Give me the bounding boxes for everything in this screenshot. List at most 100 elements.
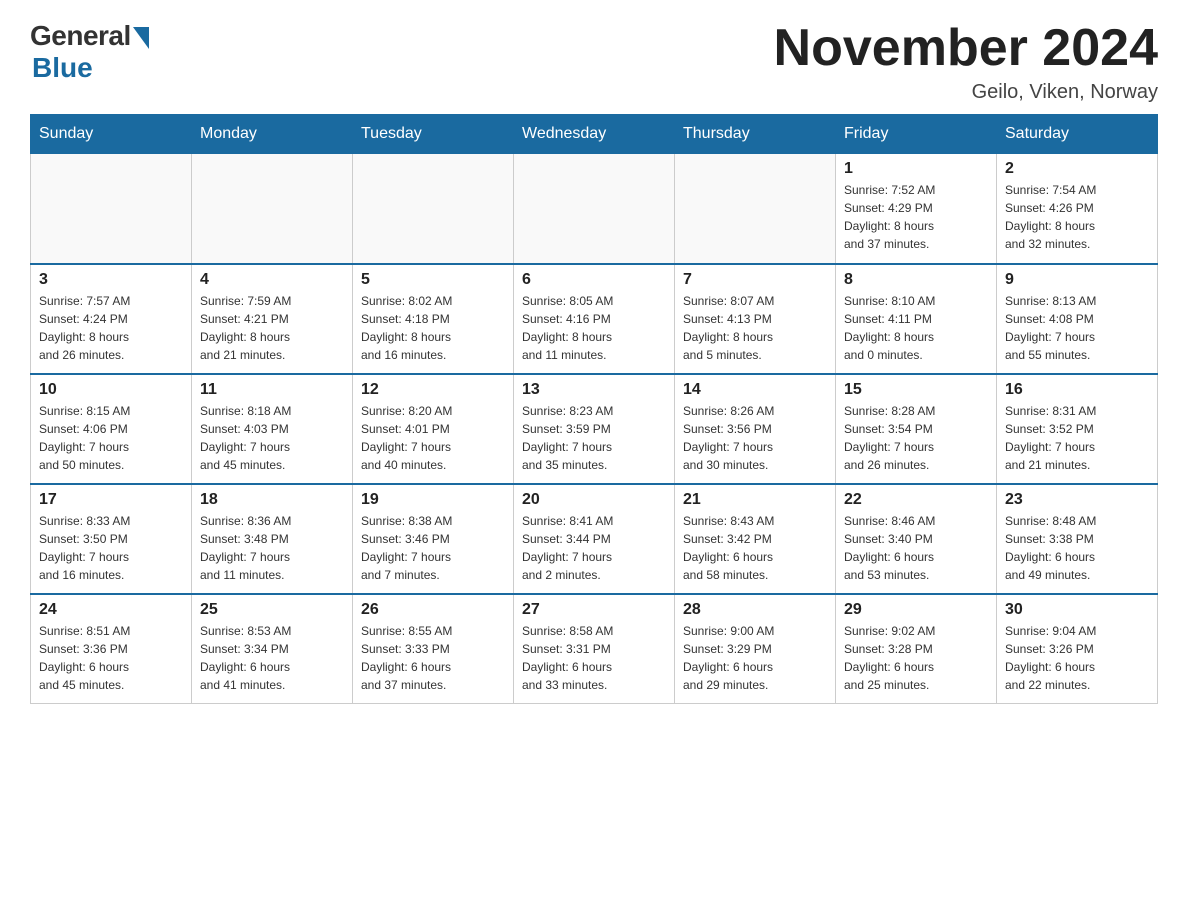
day-sun-info: Sunrise: 8:13 AM Sunset: 4:08 PM Dayligh… bbox=[1005, 292, 1149, 364]
day-sun-info: Sunrise: 8:55 AM Sunset: 3:33 PM Dayligh… bbox=[361, 622, 505, 694]
day-sun-info: Sunrise: 9:02 AM Sunset: 3:28 PM Dayligh… bbox=[844, 622, 988, 694]
weekday-header-row: SundayMondayTuesdayWednesdayThursdayFrid… bbox=[31, 115, 1158, 154]
calendar-week-row: 10 Sunrise: 8:15 AM Sunset: 4:06 PM Dayli… bbox=[31, 374, 1158, 484]
day-sun-info: Sunrise: 7:52 AM Sunset: 4:29 PM Dayligh… bbox=[844, 181, 988, 253]
calendar-cell: 14Sunrise: 8:26 AM Sunset: 3:56 PM Dayli… bbox=[675, 374, 836, 484]
day-number: 7 bbox=[683, 271, 827, 289]
day-sun-info: Sunrise: 8:38 AM Sunset: 3:46 PM Dayligh… bbox=[361, 512, 505, 584]
logo: General Blue bbox=[30, 20, 149, 84]
day-number: 5 bbox=[361, 271, 505, 289]
day-number: 19 bbox=[361, 491, 505, 509]
calendar-table: SundayMondayTuesdayWednesdayThursdayFrid… bbox=[30, 114, 1158, 704]
calendar-cell: 17 Sunrise: 8:33 AM Sunset: 3:50 PM Dayli… bbox=[31, 484, 192, 594]
calendar-cell: 16 Sunrise: 8:31 AM Sunset: 3:52 PM Dayli… bbox=[997, 374, 1158, 484]
weekday-header-thursday: Thursday bbox=[675, 115, 836, 154]
day-sun-info: Sunrise: 9:04 AM Sunset: 3:26 PM Dayligh… bbox=[1005, 622, 1149, 694]
day-sun-info: Sunrise: 8:41 AM Sunset: 3:44 PM Dayligh… bbox=[522, 512, 666, 584]
day-number: 2 bbox=[1005, 160, 1149, 178]
calendar-cell: 30Sunrise: 9:04 AM Sunset: 3:26 PM Dayli… bbox=[997, 594, 1158, 704]
day-sun-info: Sunrise: 8:33 AM Sunset: 3:50 PM Dayligh… bbox=[39, 512, 183, 584]
calendar-cell: 5Sunrise: 8:02 AM Sunset: 4:18 PM Daylig… bbox=[353, 264, 514, 374]
page-header: General Blue November 2024 Geilo, Viken,… bbox=[30, 20, 1158, 104]
day-number: 27 bbox=[522, 601, 666, 619]
calendar-cell: 18 Sunrise: 8:36 AM Sunset: 3:48 PM Dayli… bbox=[192, 484, 353, 594]
day-number: 9 bbox=[1005, 271, 1149, 289]
calendar-cell: 3 Sunrise: 7:57 AM Sunset: 4:24 PM Daylig… bbox=[31, 264, 192, 374]
location-text: Geilo, Viken, Norway bbox=[774, 81, 1158, 104]
day-sun-info: Sunrise: 8:05 AM Sunset: 4:16 PM Dayligh… bbox=[522, 292, 666, 364]
calendar-cell: 10 Sunrise: 8:15 AM Sunset: 4:06 PM Dayli… bbox=[31, 374, 192, 484]
day-number: 22 bbox=[844, 491, 988, 509]
calendar-cell: 19 Sunrise: 8:38 AM Sunset: 3:46 PM Dayli… bbox=[353, 484, 514, 594]
calendar-cell: 29Sunrise: 9:02 AM Sunset: 3:28 PM Dayli… bbox=[836, 594, 997, 704]
calendar-cell: 13Sunrise: 8:23 AM Sunset: 3:59 PM Dayli… bbox=[514, 374, 675, 484]
day-sun-info: Sunrise: 9:00 AM Sunset: 3:29 PM Dayligh… bbox=[683, 622, 827, 694]
day-sun-info: Sunrise: 8:18 AM Sunset: 4:03 PM Dayligh… bbox=[200, 402, 344, 474]
day-sun-info: Sunrise: 7:54 AM Sunset: 4:26 PM Dayligh… bbox=[1005, 181, 1149, 253]
calendar-cell: 2 Sunrise: 7:54 AM Sunset: 4:26 PM Daylig… bbox=[997, 154, 1158, 264]
day-number: 11 bbox=[200, 381, 344, 399]
calendar-week-row: 24 Sunrise: 8:51 AM Sunset: 3:36 PM Dayli… bbox=[31, 594, 1158, 704]
logo-blue-text: Blue bbox=[32, 52, 93, 84]
weekday-header-tuesday: Tuesday bbox=[353, 115, 514, 154]
calendar-cell: 4 Sunrise: 7:59 AM Sunset: 4:21 PM Daylig… bbox=[192, 264, 353, 374]
weekday-header-saturday: Saturday bbox=[997, 115, 1158, 154]
day-number: 4 bbox=[200, 271, 344, 289]
calendar-cell bbox=[192, 154, 353, 264]
calendar-cell: 12Sunrise: 8:20 AM Sunset: 4:01 PM Dayli… bbox=[353, 374, 514, 484]
logo-general-text: General bbox=[30, 20, 131, 52]
calendar-cell: 11 Sunrise: 8:18 AM Sunset: 4:03 PM Dayli… bbox=[192, 374, 353, 484]
day-number: 21 bbox=[683, 491, 827, 509]
day-sun-info: Sunrise: 7:59 AM Sunset: 4:21 PM Dayligh… bbox=[200, 292, 344, 364]
day-sun-info: Sunrise: 8:48 AM Sunset: 3:38 PM Dayligh… bbox=[1005, 512, 1149, 584]
day-number: 16 bbox=[1005, 381, 1149, 399]
weekday-header-friday: Friday bbox=[836, 115, 997, 154]
day-sun-info: Sunrise: 8:28 AM Sunset: 3:54 PM Dayligh… bbox=[844, 402, 988, 474]
day-sun-info: Sunrise: 8:15 AM Sunset: 4:06 PM Dayligh… bbox=[39, 402, 183, 474]
day-sun-info: Sunrise: 8:10 AM Sunset: 4:11 PM Dayligh… bbox=[844, 292, 988, 364]
day-number: 10 bbox=[39, 381, 183, 399]
day-number: 23 bbox=[1005, 491, 1149, 509]
day-sun-info: Sunrise: 8:51 AM Sunset: 3:36 PM Dayligh… bbox=[39, 622, 183, 694]
day-number: 25 bbox=[200, 601, 344, 619]
calendar-cell: 27Sunrise: 8:58 AM Sunset: 3:31 PM Dayli… bbox=[514, 594, 675, 704]
calendar-cell: 6 Sunrise: 8:05 AM Sunset: 4:16 PM Daylig… bbox=[514, 264, 675, 374]
calendar-cell: 25Sunrise: 8:53 AM Sunset: 3:34 PM Dayli… bbox=[192, 594, 353, 704]
day-number: 26 bbox=[361, 601, 505, 619]
day-sun-info: Sunrise: 8:46 AM Sunset: 3:40 PM Dayligh… bbox=[844, 512, 988, 584]
day-number: 18 bbox=[200, 491, 344, 509]
calendar-week-row: 1Sunrise: 7:52 AM Sunset: 4:29 PM Daylig… bbox=[31, 154, 1158, 264]
calendar-cell: 28 Sunrise: 9:00 AM Sunset: 3:29 PM Dayli… bbox=[675, 594, 836, 704]
calendar-week-row: 3 Sunrise: 7:57 AM Sunset: 4:24 PM Daylig… bbox=[31, 264, 1158, 374]
day-sun-info: Sunrise: 8:36 AM Sunset: 3:48 PM Dayligh… bbox=[200, 512, 344, 584]
day-number: 28 bbox=[683, 601, 827, 619]
day-number: 24 bbox=[39, 601, 183, 619]
day-number: 8 bbox=[844, 271, 988, 289]
calendar-cell: 9 Sunrise: 8:13 AM Sunset: 4:08 PM Daylig… bbox=[997, 264, 1158, 374]
day-number: 17 bbox=[39, 491, 183, 509]
day-sun-info: Sunrise: 8:26 AM Sunset: 3:56 PM Dayligh… bbox=[683, 402, 827, 474]
calendar-cell: 26 Sunrise: 8:55 AM Sunset: 3:33 PM Dayli… bbox=[353, 594, 514, 704]
day-sun-info: Sunrise: 7:57 AM Sunset: 4:24 PM Dayligh… bbox=[39, 292, 183, 364]
weekday-header-monday: Monday bbox=[192, 115, 353, 154]
day-number: 6 bbox=[522, 271, 666, 289]
calendar-cell: 23 Sunrise: 8:48 AM Sunset: 3:38 PM Dayli… bbox=[997, 484, 1158, 594]
calendar-cell bbox=[514, 154, 675, 264]
calendar-cell bbox=[31, 154, 192, 264]
calendar-cell: 1Sunrise: 7:52 AM Sunset: 4:29 PM Daylig… bbox=[836, 154, 997, 264]
logo-arrow-icon bbox=[133, 27, 149, 49]
calendar-week-row: 17 Sunrise: 8:33 AM Sunset: 3:50 PM Dayli… bbox=[31, 484, 1158, 594]
calendar-cell: 8 Sunrise: 8:10 AM Sunset: 4:11 PM Daylig… bbox=[836, 264, 997, 374]
day-number: 12 bbox=[361, 381, 505, 399]
calendar-cell bbox=[353, 154, 514, 264]
day-number: 20 bbox=[522, 491, 666, 509]
day-sun-info: Sunrise: 8:07 AM Sunset: 4:13 PM Dayligh… bbox=[683, 292, 827, 364]
calendar-cell: 22 Sunrise: 8:46 AM Sunset: 3:40 PM Dayli… bbox=[836, 484, 997, 594]
calendar-cell: 7 Sunrise: 8:07 AM Sunset: 4:13 PM Daylig… bbox=[675, 264, 836, 374]
day-number: 3 bbox=[39, 271, 183, 289]
day-sun-info: Sunrise: 8:23 AM Sunset: 3:59 PM Dayligh… bbox=[522, 402, 666, 474]
calendar-cell bbox=[675, 154, 836, 264]
day-sun-info: Sunrise: 8:43 AM Sunset: 3:42 PM Dayligh… bbox=[683, 512, 827, 584]
day-number: 15 bbox=[844, 381, 988, 399]
day-sun-info: Sunrise: 8:31 AM Sunset: 3:52 PM Dayligh… bbox=[1005, 402, 1149, 474]
